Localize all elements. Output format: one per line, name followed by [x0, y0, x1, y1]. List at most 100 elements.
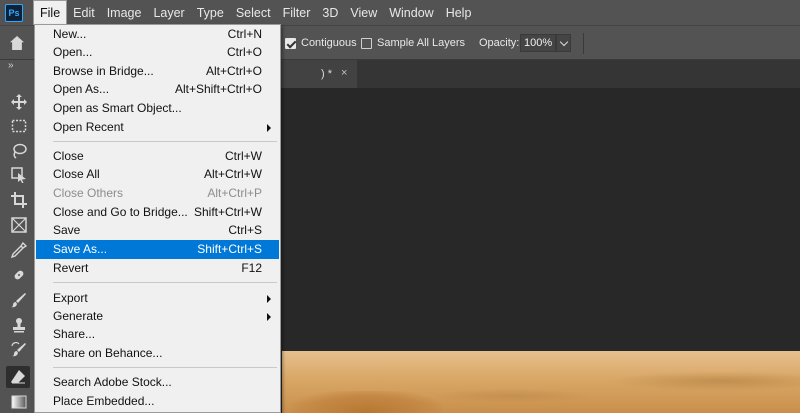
tools-panel: » — [0, 60, 36, 413]
opacity-input[interactable]: 100% — [520, 34, 556, 52]
home-icon[interactable] — [0, 26, 30, 60]
menu-item-label: Open As... — [53, 82, 110, 96]
menu-item-close-all[interactable]: Close All Alt+Ctrl+W — [36, 165, 279, 184]
contiguous-check-icon[interactable] — [285, 37, 296, 49]
menu-window[interactable]: Window — [383, 0, 439, 25]
menu-item-revert[interactable]: Revert F12 — [36, 259, 279, 278]
eraser-icon[interactable] — [6, 366, 30, 388]
document-tab[interactable]: ) * × — [277, 60, 357, 88]
menu-select[interactable]: Select — [230, 0, 277, 25]
menu-item-save-as[interactable]: Save As... Shift+Ctrl+S — [36, 240, 279, 259]
submenu-arrow-icon — [267, 313, 271, 321]
menu-item-shortcut: Shift+Ctrl+W — [193, 205, 262, 219]
photoshop-logo-icon: Ps — [5, 3, 23, 22]
sample-all-layers-label: Sample All Layers — [377, 37, 466, 49]
brush-icon[interactable] — [10, 291, 28, 309]
menu-divider — [53, 141, 277, 142]
menu-item-share[interactable]: Share... — [36, 325, 279, 344]
menu-view[interactable]: View — [344, 0, 383, 25]
menu-item-shortcut: Alt+Ctrl+O — [205, 64, 262, 78]
menu-item-label: Close and Go to Bridge... — [53, 205, 188, 219]
menu-file[interactable]: File — [33, 0, 68, 25]
menu-bar: Ps File Edit Image Layer Type Select Fil… — [0, 0, 800, 25]
gradient-icon[interactable] — [10, 393, 28, 411]
menu-divider — [53, 282, 277, 283]
move-icon[interactable] — [10, 93, 28, 111]
menu-item-label: Generate — [53, 309, 104, 323]
menu-item-close[interactable]: Close Ctrl+W — [36, 147, 279, 166]
menu-3d[interactable]: 3D — [316, 0, 344, 25]
menu-filter[interactable]: Filter — [277, 0, 317, 25]
submenu-arrow-icon — [267, 124, 271, 132]
menu-item-label: Open... — [53, 45, 93, 59]
menu-help[interactable]: Help — [440, 0, 478, 25]
close-icon[interactable]: × — [341, 67, 347, 79]
menu-item-label: Save As... — [53, 242, 108, 256]
menu-item-label: New... — [53, 27, 87, 41]
menu-item-shortcut: Ctrl+S — [228, 223, 262, 237]
menu-item-shortcut: Ctrl+N — [227, 27, 262, 41]
frame-icon[interactable] — [10, 216, 28, 234]
opacity-label: Opacity: — [479, 37, 520, 49]
menu-item-open-recent[interactable]: Open Recent — [36, 118, 279, 137]
marquee-icon[interactable] — [10, 117, 28, 135]
menu-item-label: Close All — [53, 167, 100, 181]
menu-item-close-others: Close Others Alt+Ctrl+P — [36, 184, 279, 203]
menu-divider — [53, 367, 277, 368]
menu-item-label: Search Adobe Stock... — [53, 375, 172, 389]
menu-image[interactable]: Image — [101, 0, 148, 25]
stamp-icon[interactable] — [10, 316, 28, 334]
chevron-down-icon — [559, 37, 568, 46]
menu-item-label: Share... — [53, 327, 96, 341]
menu-item-open[interactable]: Open... Ctrl+O — [36, 43, 279, 62]
menu-item-label: Close — [53, 149, 84, 163]
crop-icon[interactable] — [10, 191, 28, 209]
menu-item-close-and-go-to-bridge[interactable]: Close and Go to Bridge... Shift+Ctrl+W — [36, 203, 279, 222]
history-brush-icon[interactable] — [10, 341, 28, 359]
menu-item-open-as[interactable]: Open As... Alt+Shift+Ctrl+O — [36, 80, 279, 99]
opacity-dropdown-button[interactable] — [556, 34, 571, 52]
collapse-panel-icon[interactable]: » — [8, 60, 14, 71]
menu-item-label: Revert — [53, 261, 89, 275]
options-divider — [583, 33, 584, 54]
menu-item-share-on-behance[interactable]: Share on Behance... — [36, 344, 279, 363]
menu-item-shortcut: Alt+Ctrl+P — [207, 186, 262, 200]
menu-item-export[interactable]: Export — [36, 289, 279, 308]
lasso-icon[interactable] — [10, 142, 28, 160]
menu-edit[interactable]: Edit — [67, 0, 101, 25]
menu-item-label: Browse in Bridge... — [53, 64, 154, 78]
menu-item-browse-in-bridge[interactable]: Browse in Bridge... Alt+Ctrl+O — [36, 62, 279, 81]
menu-item-save[interactable]: Save Ctrl+S — [36, 221, 279, 240]
contiguous-checkbox[interactable]: Contiguous — [285, 37, 357, 49]
document-tab-label: ) * — [321, 68, 332, 80]
menu-item-shortcut: Ctrl+O — [226, 45, 262, 59]
menu-item-label: Save — [53, 223, 81, 237]
menu-item-label: Place Embedded... — [53, 394, 155, 408]
menu-item-new[interactable]: New... Ctrl+N — [36, 25, 279, 44]
object-select-icon[interactable] — [10, 166, 28, 184]
menu-item-open-as-smart-object[interactable]: Open as Smart Object... — [36, 99, 279, 118]
menu-item-shortcut: Ctrl+W — [225, 149, 262, 163]
menu-item-label: Share on Behance... — [53, 346, 163, 360]
menu-item-search-adobe-stock[interactable]: Search Adobe Stock... — [36, 373, 279, 392]
menu-type[interactable]: Type — [191, 0, 230, 25]
menu-item-shortcut: Alt+Ctrl+W — [203, 167, 262, 181]
healing-icon[interactable] — [10, 266, 28, 284]
menu-layer[interactable]: Layer — [147, 0, 190, 25]
menu-item-label: Open as Smart Object... — [53, 101, 182, 115]
sample-all-layers-checkbox[interactable]: Sample All Layers — [361, 37, 465, 49]
menu-item-shortcut: Alt+Shift+Ctrl+O — [174, 82, 262, 96]
sample-all-layers-check-icon[interactable] — [361, 37, 372, 49]
contiguous-label: Contiguous — [301, 37, 357, 49]
menu-item-shortcut: F12 — [241, 261, 262, 275]
submenu-arrow-icon — [267, 295, 271, 303]
menu-item-generate[interactable]: Generate — [36, 307, 279, 326]
image-detail — [292, 391, 442, 413]
file-menu-dropdown: New... Ctrl+N Open... Ctrl+O Browse in B… — [34, 24, 281, 413]
menu-item-label: Close Others — [53, 186, 124, 200]
menu-item-label: Open Recent — [53, 120, 124, 134]
menu-item-shortcut: Shift+Ctrl+S — [197, 242, 262, 256]
eyedropper-icon[interactable] — [10, 241, 28, 259]
menu-item-label: Export — [53, 291, 88, 305]
menu-item-place-embedded[interactable]: Place Embedded... — [36, 392, 279, 411]
